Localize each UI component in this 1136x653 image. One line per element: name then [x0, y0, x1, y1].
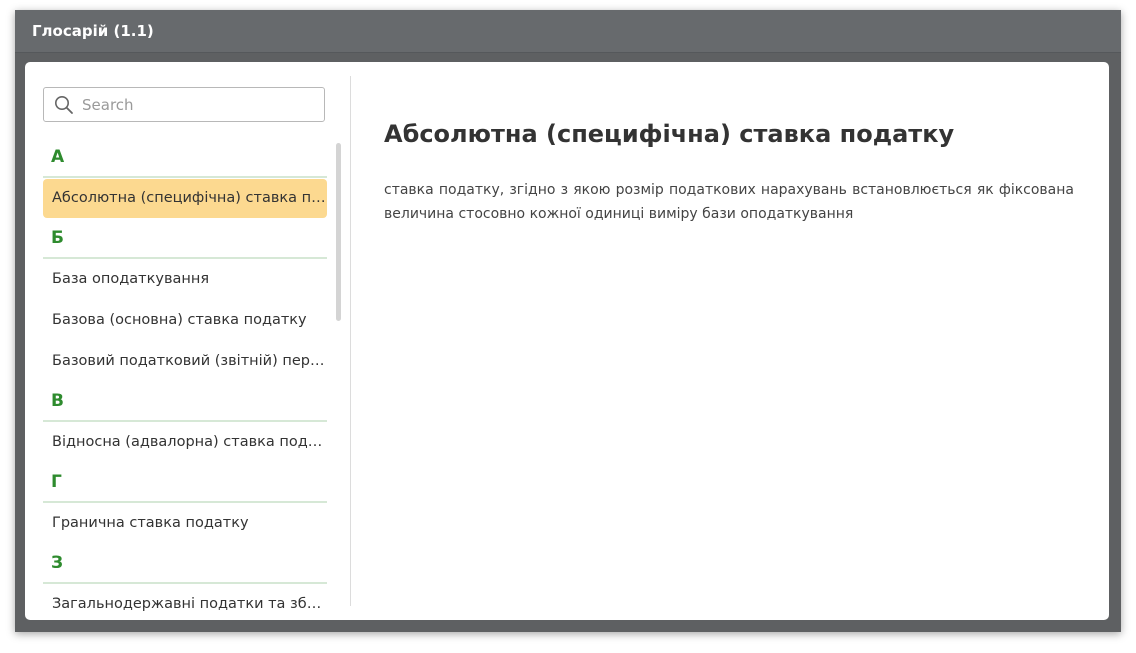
glossary-item[interactable]: Базова (основна) ставка податку — [43, 300, 327, 341]
glossary-item[interactable]: Гранична ставка податку — [43, 503, 327, 544]
term-title: Абсолютна (специфічна) ставка податку — [384, 120, 955, 148]
window-title: Глосарій (1.1) — [32, 22, 154, 40]
term-definition: ставка податку, згідно з якою розмір под… — [384, 182, 1074, 222]
search-input[interactable] — [82, 92, 320, 117]
term-list-pane: ААбсолютна (специфічна) ставка податкуББ… — [25, 62, 351, 620]
letter-header: В — [43, 382, 327, 422]
letter-header: А — [43, 138, 327, 178]
search-box[interactable] — [43, 87, 325, 122]
letter-header: Б — [43, 219, 327, 259]
term-detail-pane: Абсолютна (специфічна) ставка податку ст… — [351, 62, 1109, 620]
list-scrollbar[interactable] — [336, 143, 341, 321]
glossary-item[interactable]: Базовий податковий (звітній) період — [43, 341, 327, 382]
glossary-item[interactable]: Загальнодержавні податки та збори — [43, 584, 327, 620]
glossary-window: Глосарій (1.1) ААбсолютна (специфічна) с… — [15, 10, 1121, 632]
letter-header: З — [43, 544, 327, 584]
glossary-panel: ААбсолютна (специфічна) ставка податкуББ… — [25, 62, 1109, 620]
search-icon — [54, 95, 74, 115]
glossary-item-selected[interactable]: Абсолютна (специфічна) ставка податку — [43, 179, 327, 218]
glossary-item[interactable]: Відносна (адвалорна) ставка податку — [43, 422, 327, 463]
window-titlebar: Глосарій (1.1) — [15, 10, 1121, 53]
letter-header: Г — [43, 463, 327, 503]
glossary-item[interactable]: База оподаткування — [43, 259, 327, 300]
glossary-term-list[interactable]: ААбсолютна (специфічна) ставка податкуББ… — [43, 138, 327, 620]
